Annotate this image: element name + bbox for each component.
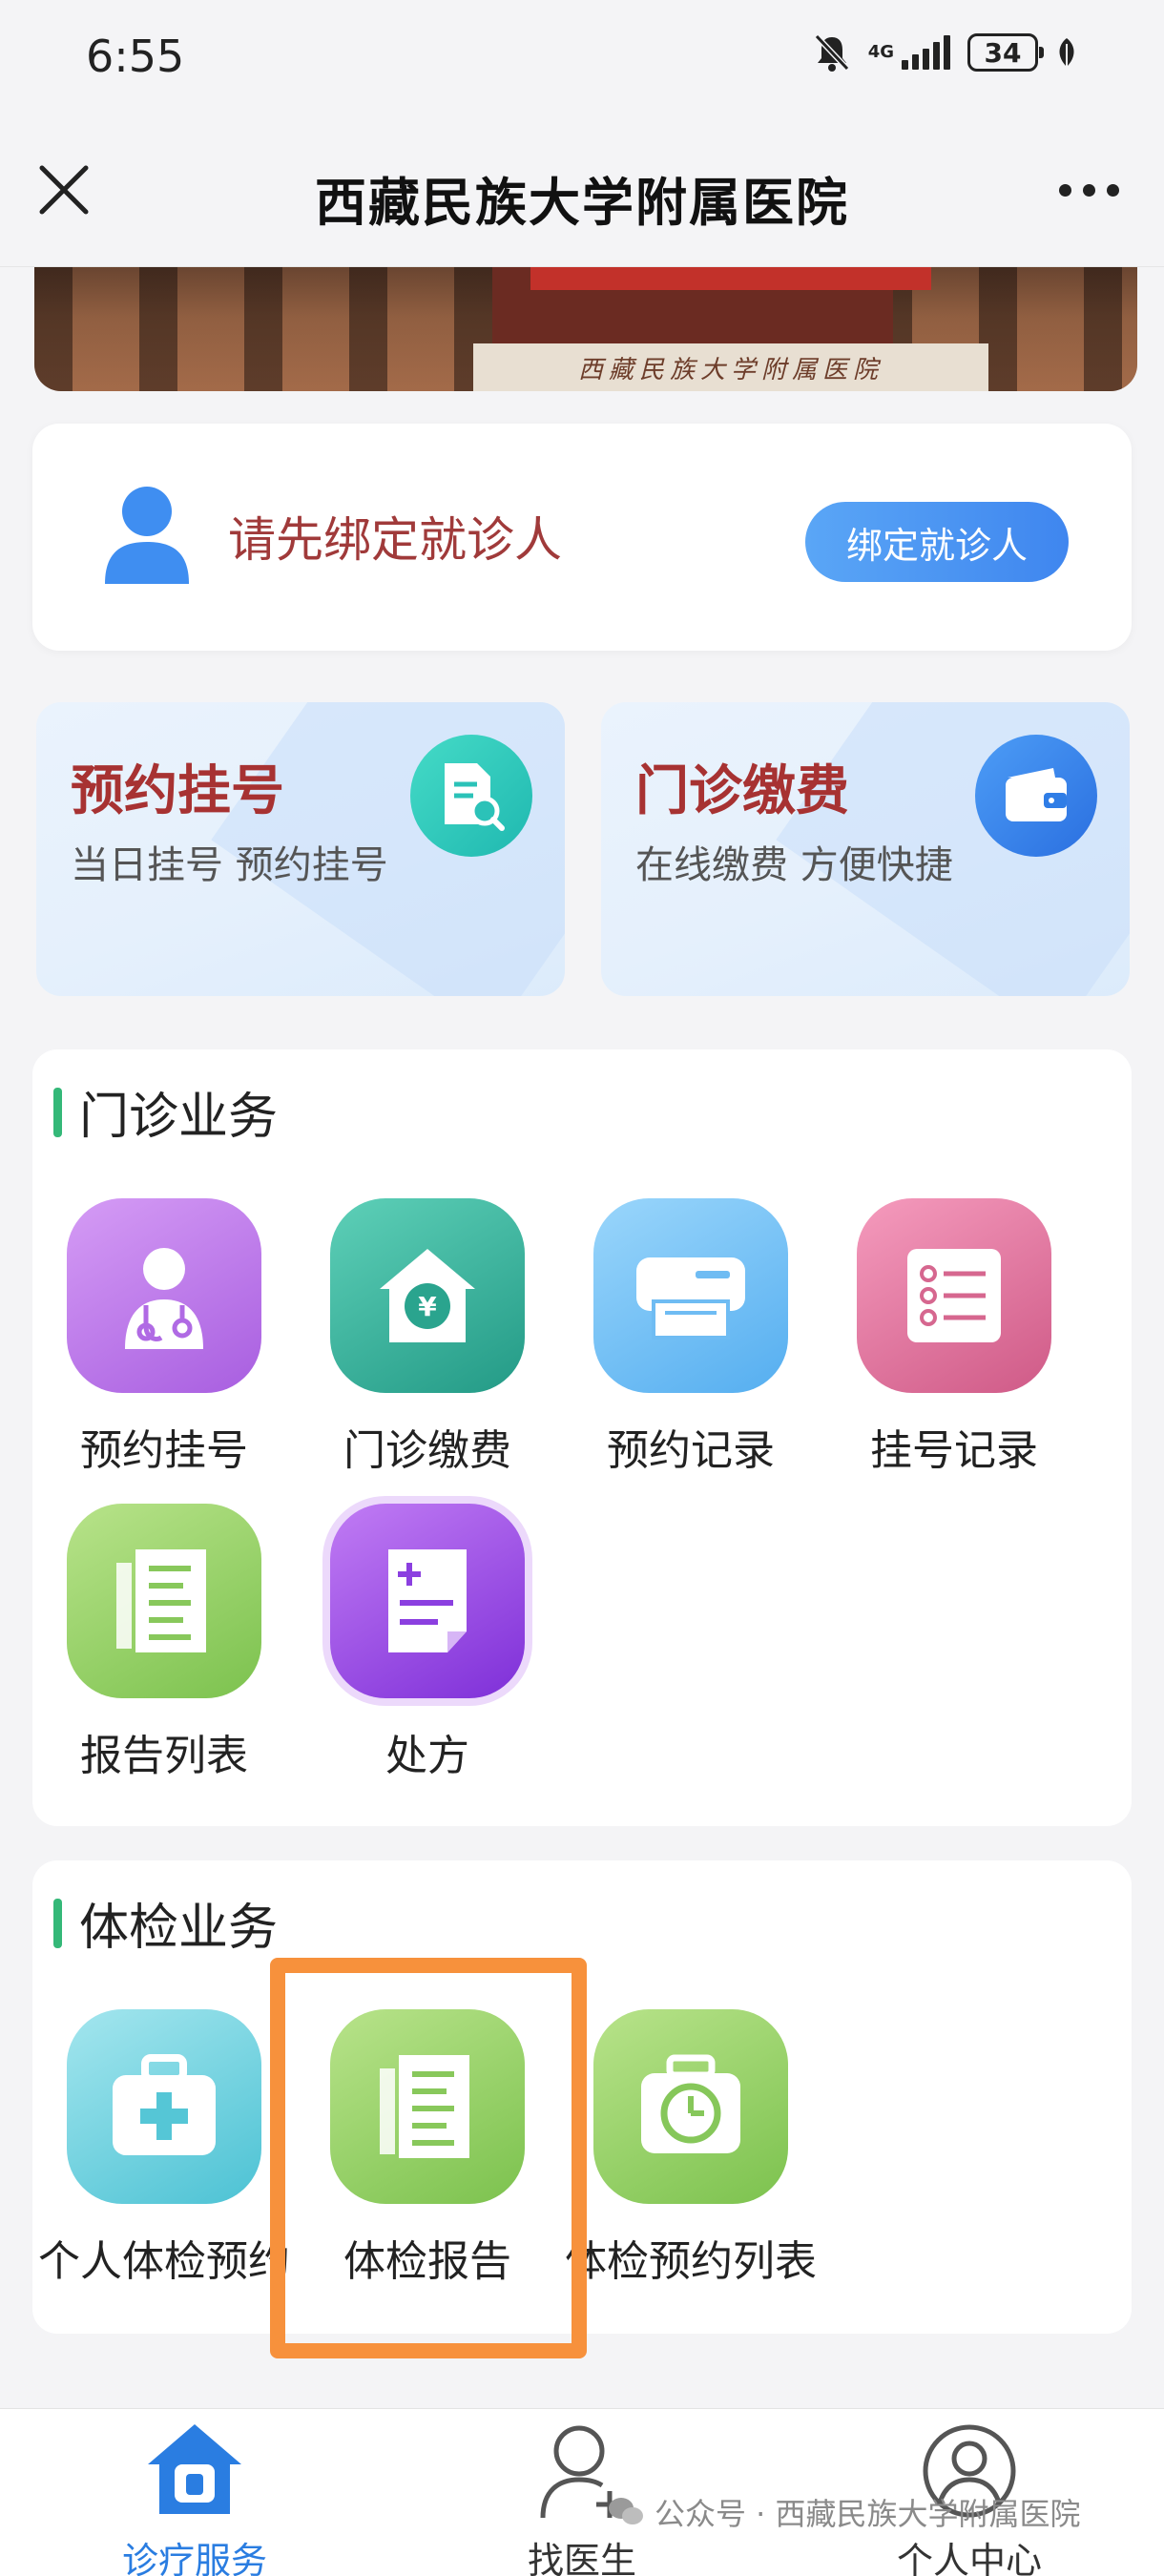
hospital-banner-image: 西藏民族大学附属医院: [34, 267, 1137, 391]
quick-card-appointment[interactable]: 预约挂号 当日挂号 预约挂号: [36, 702, 565, 996]
service-label: 挂号记录: [870, 1426, 1038, 1475]
yuan-house-icon: ¥: [330, 1198, 525, 1393]
service-label: 处方: [385, 1732, 469, 1780]
bind-prompt-text: 请先绑定就诊人: [228, 512, 562, 568]
section-title: 体检业务: [79, 1900, 279, 1957]
quick-card-subtitle: 当日挂号 预约挂号: [71, 843, 388, 887]
quick-card-title: 门诊缴费: [635, 760, 849, 822]
service-label: 预约记录: [607, 1426, 775, 1475]
calendar-clock-icon: [593, 2009, 788, 2204]
list-icon: [857, 1198, 1051, 1393]
status-bar: 6:55 4G 34: [0, 0, 1164, 114]
service-appointment[interactable]: 预约挂号: [32, 1198, 296, 1477]
network-type: 4G: [867, 42, 894, 62]
service-label: 预约挂号: [80, 1426, 248, 1475]
svg-text:¥: ¥: [418, 1291, 437, 1322]
battery-icon: 34: [967, 33, 1044, 72]
highlight-frame: [270, 1958, 587, 2358]
nav-label: 诊疗服务: [121, 2540, 267, 2576]
watermark-text: 公众号 · 西藏民族大学附属医院: [655, 2496, 1081, 2532]
banner-sign: 西藏民族大学附属医院: [473, 343, 988, 391]
battery-level: 34: [984, 36, 1022, 69]
service-report-list[interactable]: 报告列表: [32, 1504, 296, 1782]
status-icons: 4G 34: [813, 32, 1078, 73]
outpatient-section: 门诊业务 预约挂号 ¥ 门诊缴费 预约记录 挂号记录 报告列表 处方: [32, 1049, 1132, 1826]
wechat-icon: [609, 2498, 643, 2524]
title-bar: 西藏民族大学附属医院: [0, 114, 1164, 267]
prescription-icon: [330, 1504, 525, 1698]
status-time: 6:55: [86, 31, 185, 82]
nav-label: 找医生: [527, 2540, 636, 2576]
page-title: 西藏民族大学附属医院: [315, 173, 849, 233]
quick-card-payment[interactable]: 门诊缴费 在线缴费 方便快捷: [601, 702, 1130, 996]
mute-bell-icon: [814, 33, 849, 72]
document-search-icon: [410, 735, 532, 857]
wallet-icon: [975, 735, 1097, 857]
watermark: 公众号 · 西藏民族大学附属医院: [607, 2490, 1081, 2534]
doctor-icon: [67, 1198, 261, 1393]
bind-patient-card: 请先绑定就诊人 绑定就诊人: [32, 424, 1132, 651]
bind-patient-button[interactable]: 绑定就诊人: [805, 502, 1069, 582]
nav-item-services[interactable]: 诊疗服务: [71, 2419, 319, 2576]
signal-icon: [902, 35, 950, 70]
medical-kit-icon: [67, 2009, 261, 2204]
leaf-icon: [1059, 38, 1074, 67]
service-label: 门诊缴费: [343, 1426, 511, 1475]
service-label: 个人体检预约: [38, 2237, 290, 2286]
more-options-icon[interactable]: [1059, 174, 1126, 206]
service-label: 报告列表: [80, 1732, 248, 1780]
section-title: 门诊业务: [79, 1089, 279, 1146]
nav-label: 个人中心: [896, 2540, 1042, 2576]
service-outpatient-payment[interactable]: ¥ 门诊缴费: [296, 1198, 559, 1477]
quick-card-title: 预约挂号: [71, 760, 284, 822]
section-header: 门诊业务: [53, 1076, 278, 1148]
home-icon: [148, 2424, 241, 2514]
service-label: 体检预约列表: [565, 2237, 817, 2286]
service-checkup-list[interactable]: 体检预约列表: [559, 2009, 822, 2288]
report-icon: [67, 1504, 261, 1698]
patient-avatar-icon: [105, 487, 189, 584]
section-header: 体检业务: [53, 1887, 278, 1959]
printer-icon: [593, 1198, 788, 1393]
service-appointment-records[interactable]: 预约记录: [559, 1198, 822, 1477]
service-checkup-booking[interactable]: 个人体检预约: [32, 2009, 296, 2288]
quick-card-subtitle: 在线缴费 方便快捷: [635, 843, 953, 887]
service-prescription[interactable]: 处方: [296, 1504, 559, 1782]
service-registration-records[interactable]: 挂号记录: [822, 1198, 1086, 1477]
